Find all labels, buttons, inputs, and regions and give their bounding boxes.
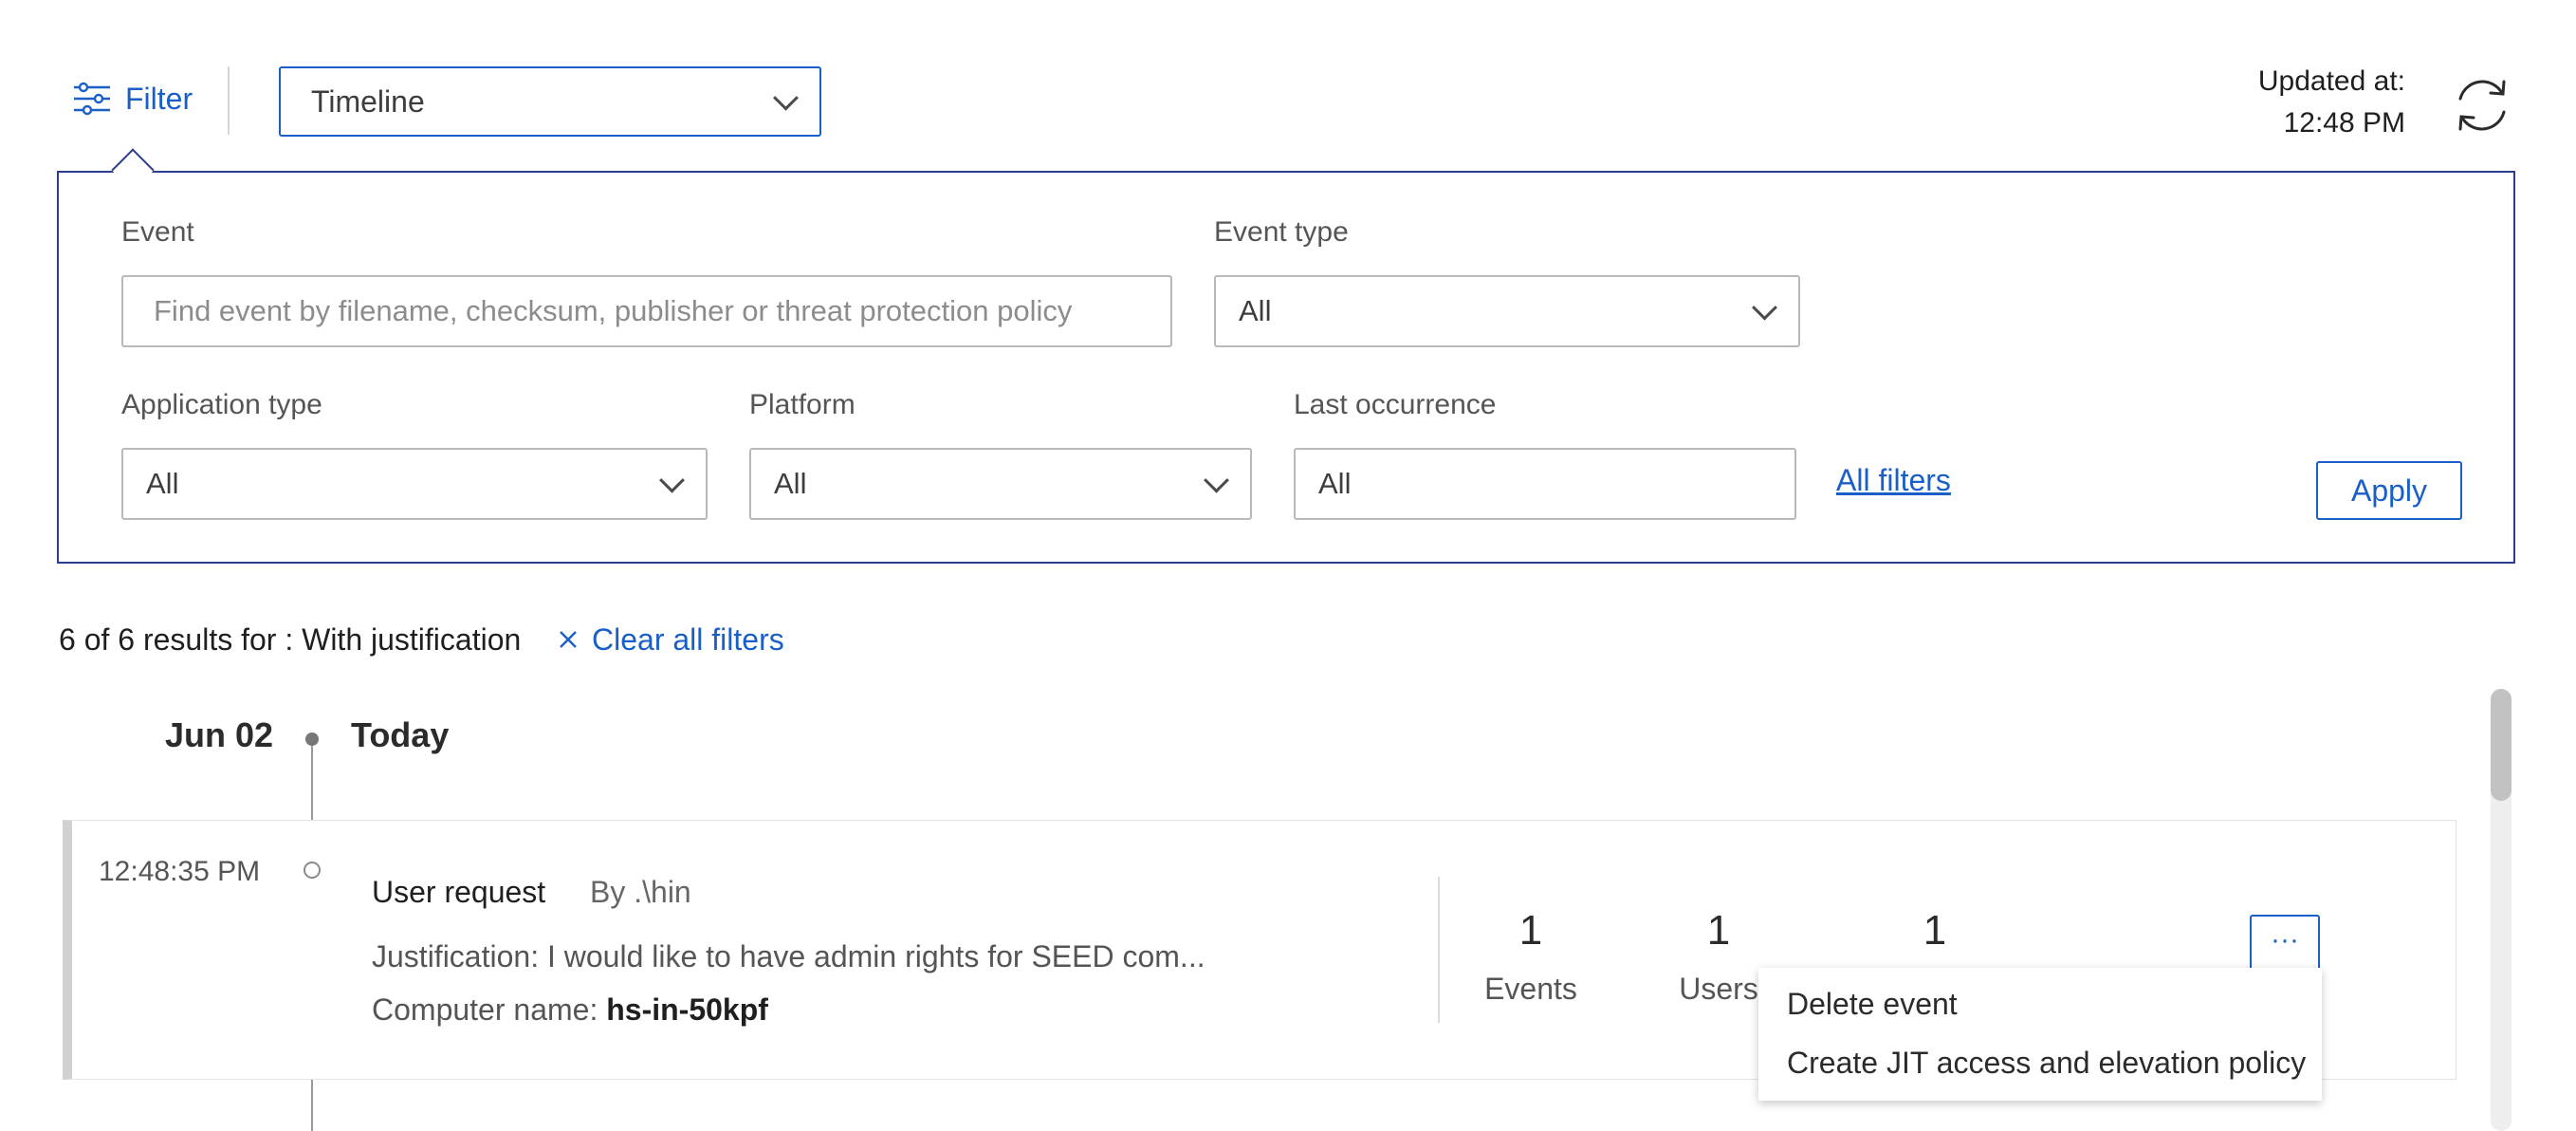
- menu-item-delete-event[interactable]: Delete event: [1787, 987, 1958, 1022]
- timeline-event-marker: [304, 862, 321, 879]
- refresh-icon: [2458, 80, 2506, 131]
- more-dots-icon: ···: [2271, 924, 2299, 955]
- last-occurrence-value: All: [1318, 467, 1352, 500]
- all-filters-link[interactable]: All filters: [1836, 463, 1951, 498]
- last-occurrence-input[interactable]: All: [1294, 448, 1796, 520]
- event-user: By .\hin: [590, 875, 691, 909]
- event-time: 12:48:35 PM: [99, 856, 261, 887]
- card-divider: [1438, 877, 1440, 1023]
- refresh-button[interactable]: [2447, 70, 2517, 140]
- stat-third-value: 1: [1923, 907, 1947, 954]
- timeline-date: Jun 02: [165, 715, 274, 754]
- toolbar-divider: [228, 66, 230, 135]
- platform-value: All: [774, 467, 807, 500]
- event-justification: Justification: I would like to have admi…: [372, 939, 1205, 973]
- event-type: User request: [372, 875, 546, 909]
- scrollbar-thumb[interactable]: [2491, 689, 2512, 801]
- close-icon: [558, 622, 579, 658]
- chevron-down-icon: [659, 467, 685, 493]
- application-type-label: Application type: [121, 389, 322, 420]
- application-type-select[interactable]: All: [121, 448, 708, 520]
- chevron-down-icon: [1204, 467, 1229, 493]
- event-search-input[interactable]: Find event by filename, checksum, publis…: [121, 275, 1172, 347]
- updated-at: Updated at: 12:48 PM: [2258, 61, 2405, 144]
- computer-name-label: Computer name:: [372, 992, 598, 1027]
- platform-select[interactable]: All: [749, 448, 1252, 520]
- chevron-down-icon: [773, 84, 799, 111]
- stat-users-value: 1: [1706, 907, 1731, 954]
- event-type-select[interactable]: All: [1214, 275, 1800, 347]
- view-mode-select[interactable]: Timeline: [279, 66, 821, 137]
- timeline-date-dot: [305, 732, 319, 746]
- clear-all-filters-button[interactable]: Clear all filters: [558, 622, 784, 658]
- stat-events-value: 1: [1518, 907, 1543, 954]
- event-type-label: Event type: [1214, 216, 1349, 248]
- filter-toggle-button[interactable]: Filter: [72, 74, 193, 123]
- updated-at-time: 12:48 PM: [2283, 107, 2405, 139]
- event-computer: Computer name: hs-in-50kpf: [372, 992, 768, 1028]
- chevron-down-icon: [1752, 294, 1777, 321]
- results-summary: 6 of 6 results for : With justification: [59, 622, 522, 657]
- computer-name-value: hs-in-50kpf: [606, 992, 768, 1027]
- event-field-label: Event: [121, 216, 194, 248]
- application-type-value: All: [146, 467, 179, 500]
- filter-label: Filter: [125, 82, 193, 116]
- stat-events-label: Events: [1484, 972, 1577, 1006]
- more-actions-button[interactable]: ···: [2250, 915, 2320, 975]
- apply-button[interactable]: Apply: [2316, 461, 2462, 520]
- platform-label: Platform: [749, 389, 856, 420]
- events-page: Filter Timeline Updated at: 12:48 PM Eve…: [0, 0, 2576, 1131]
- timeline-day-label: Today: [351, 715, 450, 754]
- last-occurrence-label: Last occurrence: [1294, 389, 1497, 420]
- updated-at-label: Updated at:: [2257, 65, 2405, 97]
- event-actions-menu: Delete event Create JIT access and eleva…: [1758, 968, 2322, 1101]
- menu-item-create-jit-policy[interactable]: Create JIT access and elevation policy: [1787, 1046, 2306, 1081]
- event-search-placeholder: Find event by filename, checksum, publis…: [154, 294, 1073, 327]
- filter-sliders-icon: [72, 80, 112, 118]
- clear-all-filters-label: Clear all filters: [592, 622, 784, 657]
- event-type-value: All: [1239, 294, 1272, 327]
- view-mode-value: Timeline: [311, 83, 425, 119]
